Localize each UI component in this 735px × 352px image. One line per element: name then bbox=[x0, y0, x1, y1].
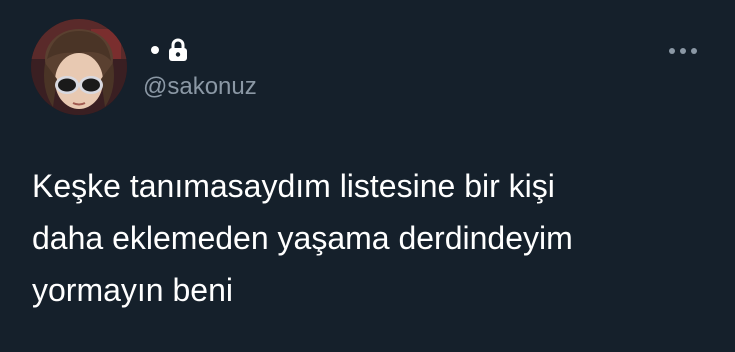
tweet-text: Keşke tanımasaydım listesine bir kişi da… bbox=[32, 160, 712, 316]
avatar-image bbox=[31, 19, 127, 115]
name-row bbox=[142, 38, 188, 62]
tweet-text-line: Keşke tanımasaydım listesine bir kişi bbox=[32, 168, 555, 204]
lock-icon bbox=[168, 38, 188, 62]
username-handle[interactable]: @sakonuz bbox=[143, 72, 257, 102]
avatar[interactable] bbox=[31, 19, 127, 115]
tweet-text-line: daha eklemeden yaşama derdindeyim bbox=[32, 220, 573, 256]
tweet-text-line: yormayın beni bbox=[32, 272, 233, 308]
more-options-icon[interactable] bbox=[666, 41, 702, 61]
tweet-card: @sakonuz Keşke tanımasaydım listesine bi… bbox=[0, 0, 735, 352]
dot-icon bbox=[151, 46, 159, 54]
